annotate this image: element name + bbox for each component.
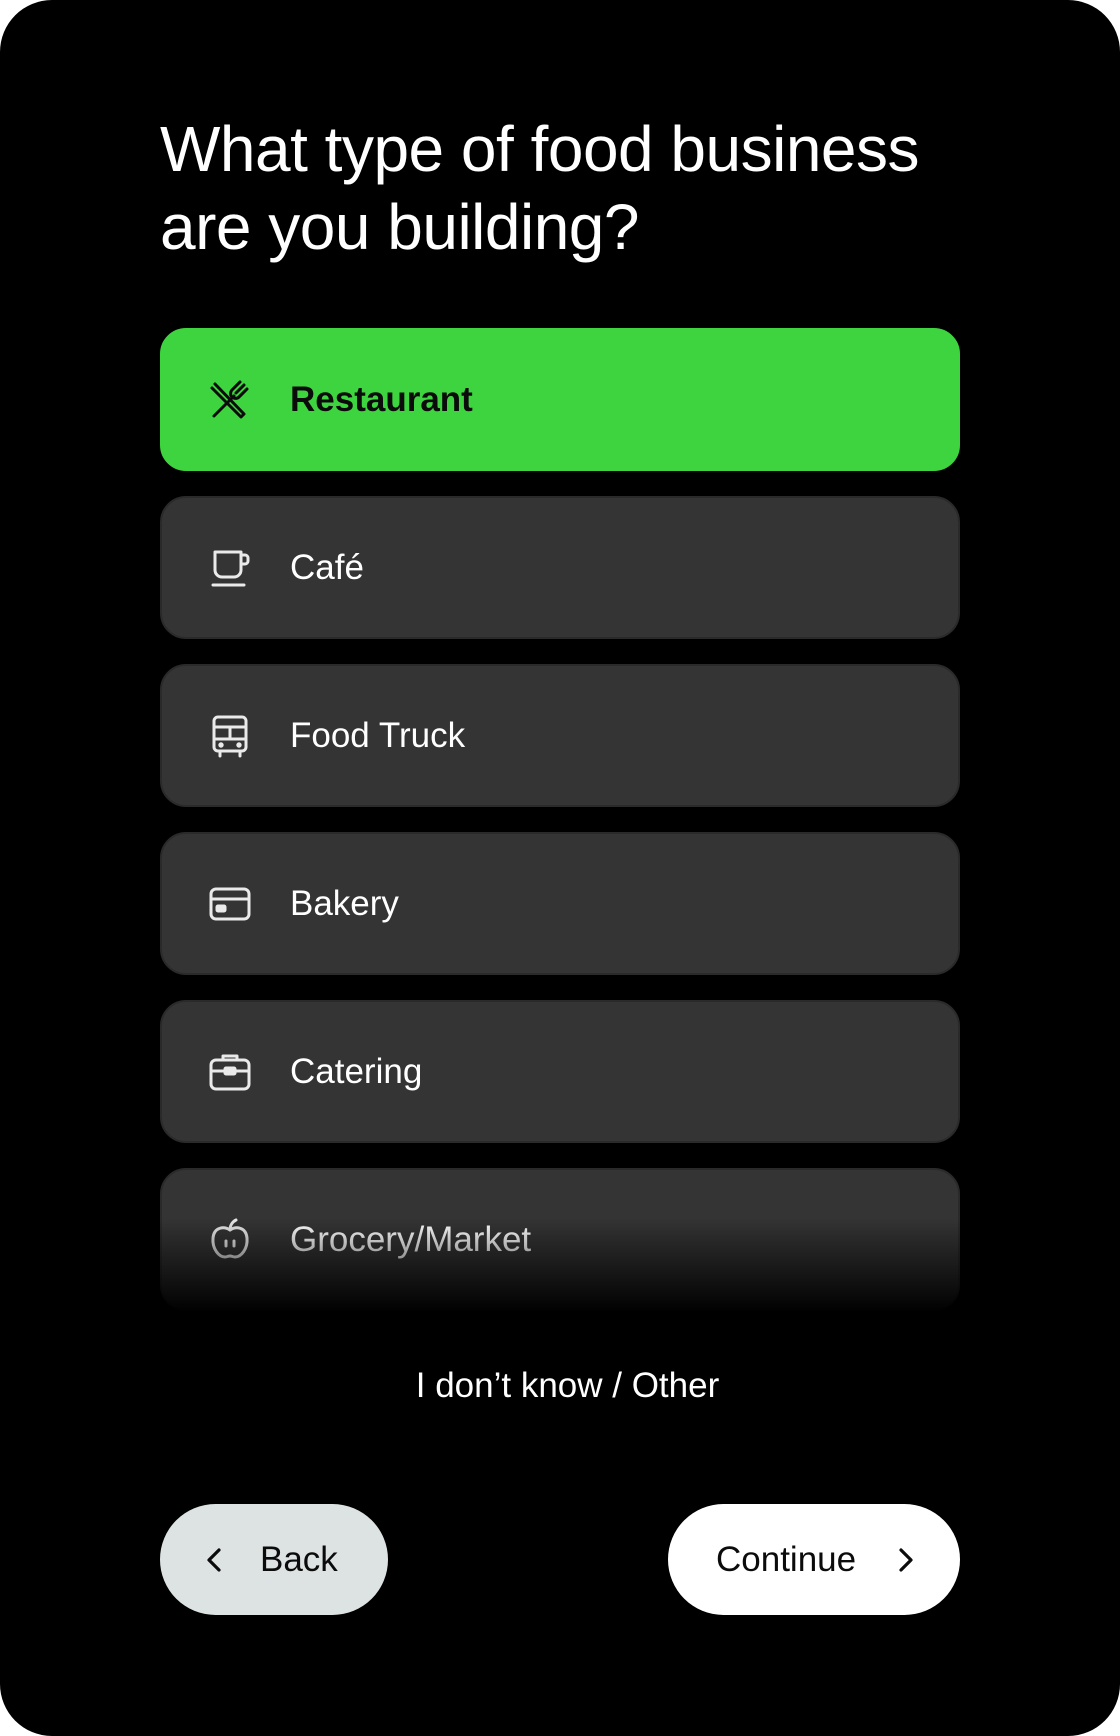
option-label: Catering <box>290 1051 423 1091</box>
option-bakery[interactable]: Bakery <box>160 832 960 975</box>
option-label: Café <box>290 547 364 587</box>
question-title: What type of food business are you buildi… <box>160 110 980 266</box>
option-cafe[interactable]: Café <box>160 496 960 639</box>
card-icon <box>206 880 254 928</box>
option-food-truck[interactable]: Food Truck <box>160 664 960 807</box>
option-grocery-market[interactable]: Grocery/Market <box>160 1168 960 1311</box>
back-button-label: Back <box>260 1539 338 1579</box>
apple-icon <box>206 1216 254 1264</box>
briefcase-icon <box>206 1048 254 1096</box>
option-label: Bakery <box>290 883 399 923</box>
truck-icon <box>206 712 254 760</box>
continue-button[interactable]: Continue <box>668 1504 960 1615</box>
title-line-1: What type of food business <box>160 113 920 185</box>
coffee-cup-icon <box>206 544 254 592</box>
option-label: Grocery/Market <box>290 1219 532 1259</box>
onboarding-screen: What type of food business are you buildi… <box>0 0 1120 1736</box>
title-line-2: are you building? <box>160 191 639 263</box>
dont-know-other-link[interactable]: I don’t know / Other <box>0 1366 1120 1406</box>
fork-knife-icon <box>206 376 254 424</box>
option-label: Food Truck <box>290 715 466 755</box>
back-button[interactable]: Back <box>160 1504 388 1615</box>
chevron-right-icon <box>899 1547 913 1572</box>
option-label: Restaurant <box>290 379 473 419</box>
option-restaurant[interactable]: Restaurant <box>160 328 960 471</box>
chevron-left-icon <box>207 1547 221 1572</box>
option-catering[interactable]: Catering <box>160 1000 960 1143</box>
continue-button-label: Continue <box>716 1539 857 1579</box>
business-type-options[interactable]: Restaurant Café Food Truck Bakery Cateri… <box>160 328 960 1313</box>
